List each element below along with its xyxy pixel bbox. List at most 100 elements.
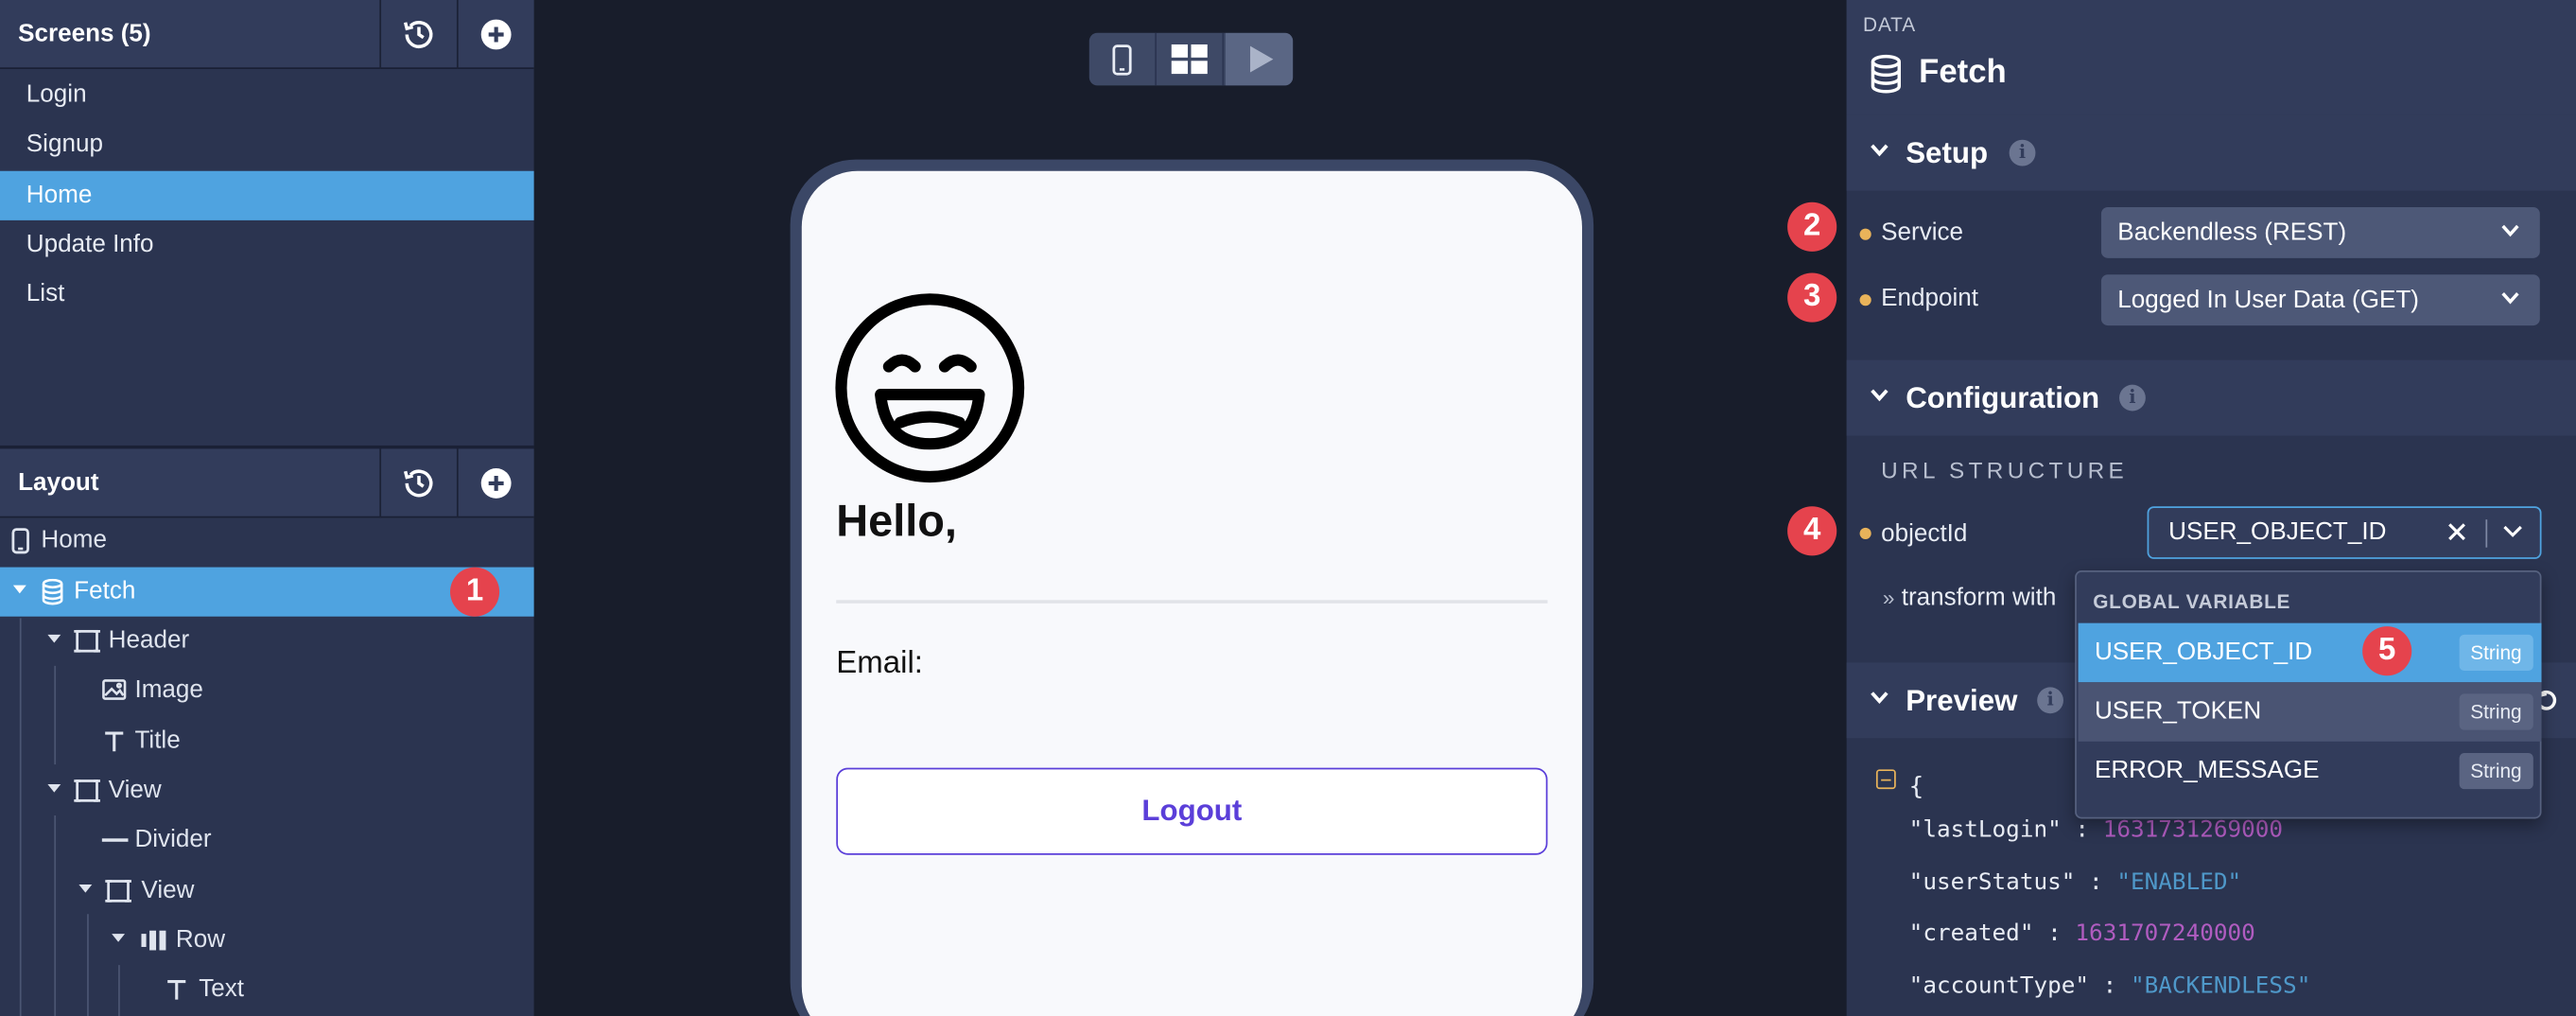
tree-item-home[interactable]: Home bbox=[0, 517, 534, 566]
json-value: 1631707240000 bbox=[2075, 920, 2255, 948]
json-key: "lastLogin" bbox=[1908, 816, 2062, 844]
dropdown-header: GLOBAL VARIABLE bbox=[2093, 589, 2291, 614]
objectid-value: USER_OBJECT_ID bbox=[2168, 517, 2387, 546]
configuration-section-header[interactable]: Configuration i bbox=[1846, 359, 2576, 436]
screens-title: Screens (5) bbox=[18, 19, 151, 48]
transform-with-link[interactable]: » transform with bbox=[1883, 584, 2056, 612]
objectid-input[interactable]: USER_OBJECT_ID bbox=[2147, 506, 2542, 559]
endpoint-value: Logged In User Data (GET) bbox=[2117, 286, 2419, 314]
screen-item-login[interactable]: Login bbox=[0, 71, 534, 120]
grid-icon bbox=[1171, 44, 1208, 75]
setup-section-header[interactable]: Setup i bbox=[1846, 114, 2576, 191]
endpoint-label: Endpoint bbox=[1881, 284, 1979, 313]
json-line: "lastLogin" : 1631731269000 bbox=[1908, 816, 2284, 844]
option-type-badge: String bbox=[2459, 634, 2533, 672]
add-component-button[interactable] bbox=[456, 448, 534, 518]
grid-view-button[interactable] bbox=[1157, 32, 1225, 86]
text-icon bbox=[105, 731, 124, 752]
screens-history-button[interactable] bbox=[379, 0, 457, 69]
variable-dropdown: GLOBAL VARIABLE USER_OBJECT_ID String US… bbox=[2075, 570, 2542, 819]
service-select[interactable]: Backendless (REST) bbox=[2100, 206, 2540, 258]
tree-item-title[interactable]: Title bbox=[0, 717, 534, 766]
info-icon[interactable]: i bbox=[2119, 384, 2146, 412]
step-badge-3: 3 bbox=[1787, 272, 1837, 323]
device-screen: Hello, Email: Logout bbox=[801, 170, 1582, 1016]
tree-item-divider[interactable]: Divider bbox=[0, 815, 534, 865]
email-label[interactable]: Email: bbox=[836, 646, 923, 682]
plus-circle-icon bbox=[480, 468, 512, 499]
endpoint-select[interactable]: Logged In User Data (GET) bbox=[2100, 274, 2540, 326]
expand-caret-icon[interactable] bbox=[12, 585, 26, 594]
info-icon[interactable]: i bbox=[2037, 687, 2063, 714]
divider[interactable] bbox=[836, 600, 1548, 604]
input-separator bbox=[2485, 519, 2488, 548]
layout-history-button[interactable] bbox=[379, 448, 457, 518]
inspector-panel: DATA Fetch Setup i Service Backendless (… bbox=[1846, 0, 2576, 1016]
chevron-down-icon[interactable] bbox=[2502, 524, 2524, 539]
add-screen-button[interactable] bbox=[456, 0, 534, 69]
view-icon bbox=[74, 780, 100, 802]
logout-button[interactable]: Logout bbox=[836, 767, 1548, 855]
tree-label: Fetch bbox=[74, 576, 136, 605]
option-name: ERROR_MESSAGE bbox=[2094, 756, 2320, 784]
tree-item-view[interactable]: View bbox=[0, 766, 534, 815]
screen-item-signup[interactable]: Signup bbox=[0, 120, 534, 169]
expand-caret-icon[interactable] bbox=[47, 634, 61, 643]
history-icon bbox=[403, 469, 433, 498]
required-dot bbox=[1859, 228, 1871, 240]
phone-icon bbox=[11, 528, 29, 554]
row-icon bbox=[141, 930, 166, 951]
view-icon bbox=[74, 629, 100, 653]
tree-item-view[interactable]: View bbox=[0, 867, 534, 916]
chevron-down-icon bbox=[2501, 292, 2519, 305]
chevron-down-icon bbox=[2501, 224, 2519, 237]
dropdown-option-error-message[interactable]: ERROR_MESSAGE String bbox=[2079, 742, 2542, 801]
play-preview-button[interactable] bbox=[1225, 32, 1294, 86]
tree-item-text[interactable]: Text bbox=[0, 965, 534, 1014]
configuration-title: Configuration bbox=[1906, 381, 2100, 414]
json-key: "userStatus" bbox=[1908, 869, 2076, 897]
setup-title: Setup bbox=[1906, 136, 1989, 169]
tree-label: Header bbox=[108, 626, 190, 655]
inspector-category: DATA bbox=[1863, 12, 1917, 37]
option-type-badge: String bbox=[2459, 693, 2533, 730]
database-icon bbox=[42, 578, 63, 605]
chevron-down-icon bbox=[1871, 144, 1888, 157]
expand-caret-icon[interactable] bbox=[112, 934, 126, 942]
laughing-face-image[interactable] bbox=[835, 292, 1026, 483]
expand-caret-icon[interactable] bbox=[78, 884, 93, 893]
chevron-down-icon bbox=[1871, 692, 1888, 705]
tree-item-image[interactable]: Image bbox=[0, 666, 534, 715]
database-icon bbox=[1871, 54, 1901, 94]
image-icon bbox=[102, 679, 127, 700]
required-dot bbox=[1859, 527, 1871, 540]
step-badge-5: 5 bbox=[2362, 626, 2412, 676]
screens-header: Screens (5) bbox=[0, 0, 534, 69]
service-value: Backendless (REST) bbox=[2117, 219, 2347, 247]
tree-label: Home bbox=[41, 526, 107, 554]
clear-icon[interactable] bbox=[2446, 521, 2468, 543]
tree-label: View bbox=[141, 876, 195, 904]
step-badge-4: 4 bbox=[1787, 506, 1837, 556]
layout-header: Layout bbox=[0, 448, 534, 518]
expand-caret-icon[interactable] bbox=[47, 783, 61, 793]
service-label: Service bbox=[1881, 219, 1964, 247]
dropdown-option-user-token[interactable]: USER_TOKEN String bbox=[2078, 682, 2542, 742]
json-line: "accountType" : "BACKENDLESS" bbox=[1908, 972, 2311, 1000]
tree-label: Text bbox=[199, 974, 245, 1004]
json-value: 1631731269000 bbox=[2102, 816, 2284, 844]
mobile-view-button[interactable] bbox=[1089, 32, 1157, 86]
inspector-title: Fetch bbox=[1919, 54, 2007, 91]
hello-title[interactable]: Hello, bbox=[836, 497, 957, 548]
screen-item-list[interactable]: List bbox=[0, 270, 534, 319]
layout-title: Layout bbox=[18, 468, 99, 497]
dropdown-option-user-object-id[interactable]: USER_OBJECT_ID String bbox=[2078, 622, 2542, 683]
view-icon bbox=[105, 880, 131, 902]
preview-title: Preview bbox=[1906, 683, 2018, 717]
collapse-toggle-icon[interactable] bbox=[1875, 769, 1896, 790]
screen-item-home[interactable]: Home bbox=[0, 170, 534, 220]
screen-item-update-info[interactable]: Update Info bbox=[0, 220, 534, 270]
tree-item-header[interactable]: Header bbox=[0, 617, 534, 666]
tree-item-row[interactable]: Row bbox=[0, 916, 534, 965]
info-icon[interactable]: i bbox=[2009, 139, 2036, 166]
